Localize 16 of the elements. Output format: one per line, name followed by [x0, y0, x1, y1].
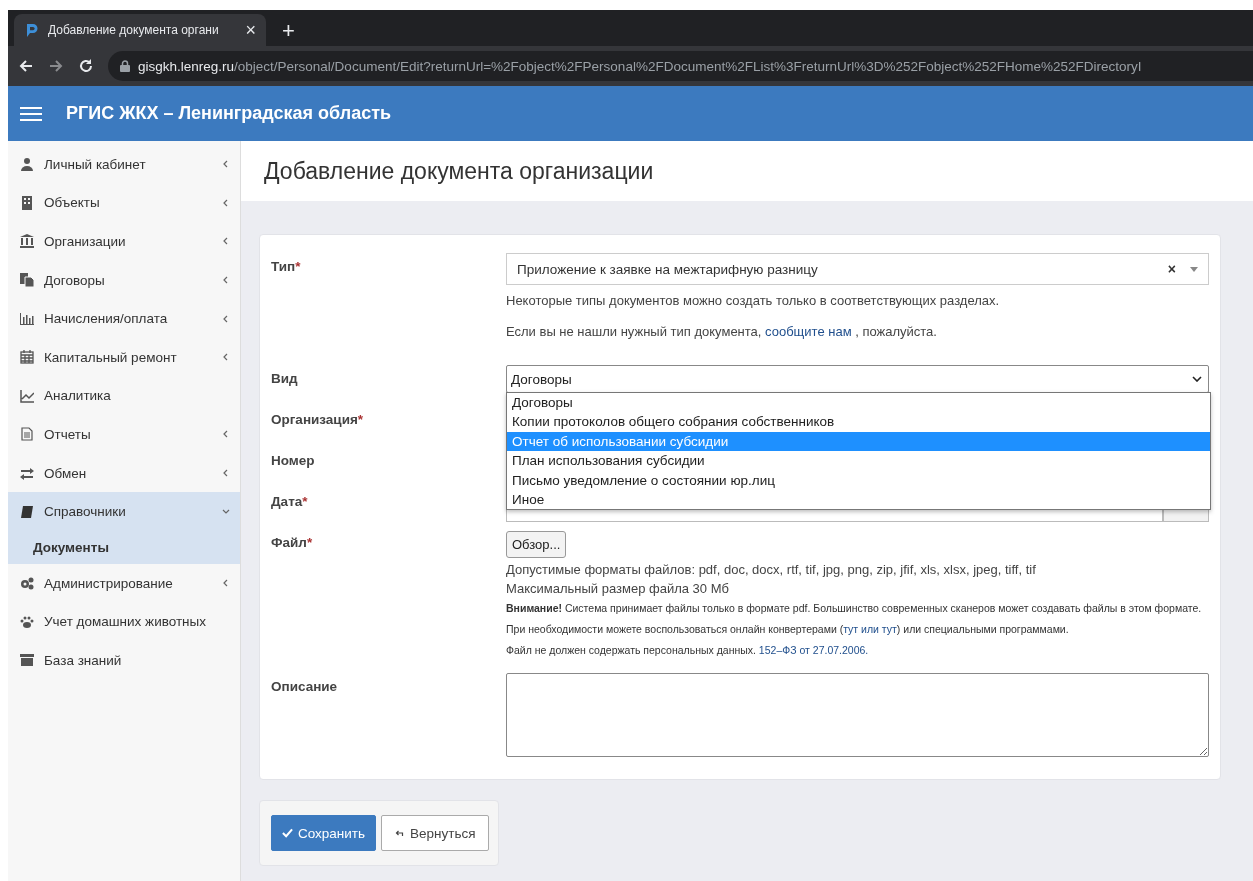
warning-text: Внимание! Система принимает файлы только в формате pdf. Большинство современных сканеров может создавать файлы в этом формате. При необходимости можете воспользоваться онлайн конвертерами (тут или тут) или специальными программами.	[506, 601, 1203, 637]
hint-text: Если вы не нашли нужный тип документа, сообщите нам , пожалуйста.	[506, 324, 938, 339]
field-label: Файл*	[271, 534, 314, 552]
page-title: Добавление документа организации	[264, 157, 654, 185]
field-label: Номер	[271, 452, 316, 470]
note-text: Файл не должен содержать персональных данных. 152–ФЗ от 27.07.2006.	[506, 643, 870, 658]
app-title: РГИС ЖКХ – Ленинградская область	[66, 103, 392, 124]
hint-text: Некоторые типы документов можно создать только в соответствующих разделах.	[506, 293, 1001, 308]
tab-title: Добавление документа органи	[48, 23, 220, 37]
field-label: Дата*	[271, 493, 309, 511]
field-label: Тип*	[271, 258, 302, 276]
field-label: Организация*	[271, 411, 365, 429]
field-label: Вид	[271, 370, 299, 388]
max-size-text: Максимальный размер файла 30 Мб	[506, 580, 730, 598]
field-label: Описание	[271, 678, 339, 696]
formats-text: Допустимые форматы файлов: pdf, doc, docx, rtf, tif, jpg, png, zip, jfif, xls, xlsx, jpeg, tiff, tif	[506, 561, 1037, 579]
